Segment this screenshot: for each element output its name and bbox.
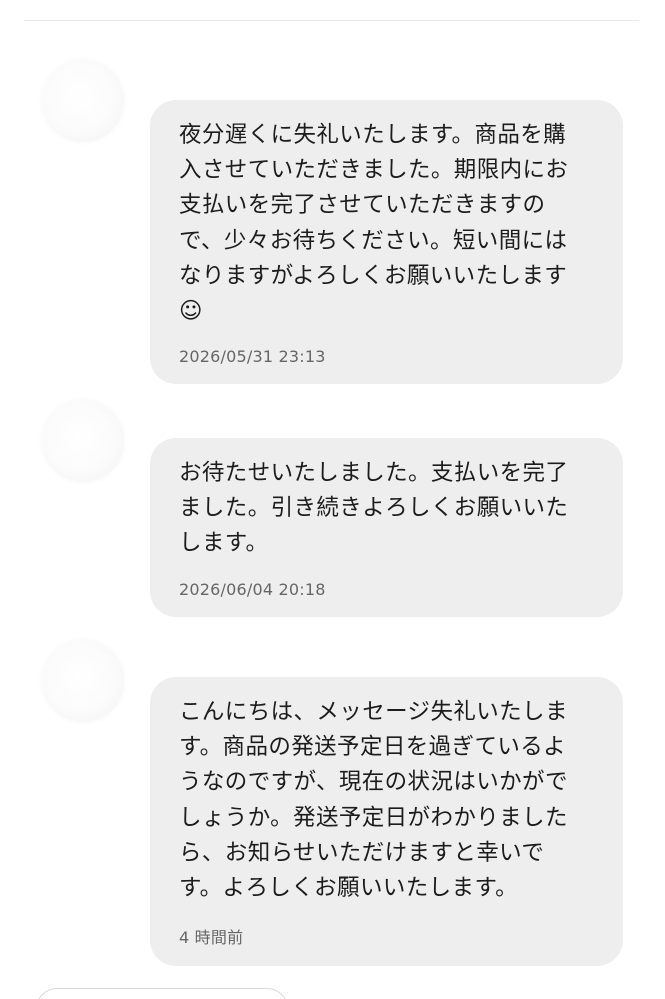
message-text: 夜分遅くに失礼いたします。商品を購 入させていただきました。期限内にお 支払いを… xyxy=(179,122,569,325)
message-text: こんにちは、メッセージ失礼いたしま す。商品の発送予定日を過ぎているよ うなので… xyxy=(179,699,568,902)
message-bubble: お待たせいたしました。支払いを完了 ました。引き続きよろしくお願いいた します。… xyxy=(150,438,623,617)
top-divider xyxy=(24,20,639,21)
message-bubble: 夜分遅くに失礼いたします。商品を購 入させていただきました。期限内にお 支払いを… xyxy=(150,100,623,385)
message-timestamp: 2026/06/04 20:18 xyxy=(179,579,326,599)
bottom-pill-button[interactable] xyxy=(36,988,288,999)
message-text: お待たせいたしました。支払いを完了 ました。引き続きよろしくお願いいた します。 xyxy=(179,460,569,557)
avatar[interactable] xyxy=(42,400,124,482)
message-timestamp: 4 時間前 xyxy=(179,928,244,948)
message-thread: 夜分遅くに失礼いたします。商品を購 入させていただきました。期限内にお 支払いを… xyxy=(0,0,665,999)
message-timestamp: 2026/05/31 23:13 xyxy=(179,347,326,367)
avatar[interactable] xyxy=(42,60,124,142)
message-bubble: こんにちは、メッセージ失礼いたしま す。商品の発送予定日を過ぎているよ うなので… xyxy=(150,677,623,967)
avatar[interactable] xyxy=(42,640,124,722)
